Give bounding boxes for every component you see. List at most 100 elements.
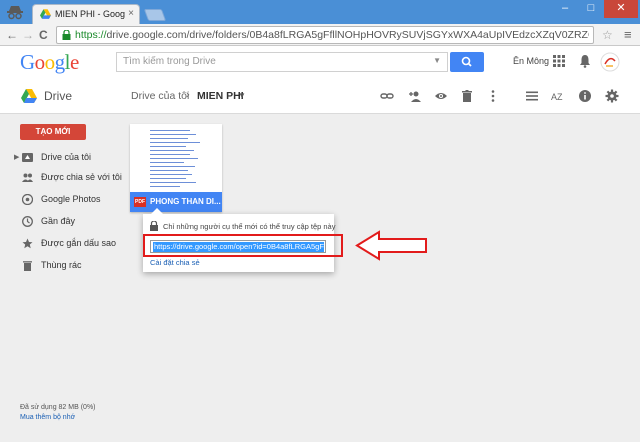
svg-text:AZ: AZ xyxy=(551,92,563,102)
thumbnail-line xyxy=(150,174,192,175)
clock-icon xyxy=(22,216,33,227)
sidebar-item-trash[interactable]: Thùng rác xyxy=(0,258,115,274)
forward-button[interactable]: → xyxy=(22,28,34,42)
new-button[interactable]: TẠO MỚI xyxy=(20,124,86,140)
minimize-button[interactable]: – xyxy=(552,0,578,18)
browser-menu-icon[interactable]: ≡ xyxy=(624,27,632,42)
sidebar-item-label: Google Photos xyxy=(41,194,101,204)
thumbnail-line xyxy=(150,166,195,167)
info-icon[interactable] xyxy=(578,89,592,103)
address-toolbar: ← → C https://drive.google.com/drive/fol… xyxy=(0,24,640,46)
browser-titlebar: MIEN PHI - Google Drive × – □ ✕ xyxy=(0,0,640,24)
folder-menu-chevron-down-icon[interactable]: ▼ xyxy=(238,91,246,100)
settings-gear-icon[interactable] xyxy=(605,89,619,103)
pdf-icon: PDF xyxy=(134,197,146,207)
logo-letter: g xyxy=(54,50,66,74)
trash-icon xyxy=(23,261,32,271)
drive-toolbar: Drive Drive của tôi › MIEN PHI ▼ AZ xyxy=(0,78,640,114)
avatar[interactable] xyxy=(600,52,620,72)
thumbnail-line xyxy=(150,138,188,139)
url-input[interactable]: https://drive.google.com/drive/folders/0… xyxy=(56,26,594,44)
drive-logo-icon xyxy=(21,89,37,103)
sidebar-item-label: Được chia sẻ với tôi xyxy=(41,172,122,182)
drive-label[interactable]: Drive xyxy=(44,89,72,103)
thumbnail-line xyxy=(150,150,194,151)
thumbnail-line xyxy=(150,130,190,131)
logo-letter: G xyxy=(20,50,35,74)
sidebar-item-photos[interactable]: Google Photos xyxy=(0,192,115,208)
breadcrumb-root[interactable]: Drive của tôi xyxy=(131,90,189,102)
thumbnail-line xyxy=(150,186,180,187)
shared-people-icon xyxy=(22,173,33,182)
google-header: Google Tìm kiếm trong Drive ▼ Ên Mông xyxy=(0,46,640,78)
search-input[interactable]: Tìm kiếm trong Drive ▼ xyxy=(116,52,448,72)
sharing-settings-link[interactable]: Cài đặt chia sẻ xyxy=(150,258,200,267)
bookmark-star-icon[interactable]: ☆ xyxy=(602,28,613,42)
thumbnail-line xyxy=(150,154,190,155)
new-tab-button[interactable] xyxy=(143,9,167,21)
back-button[interactable]: ← xyxy=(6,28,18,42)
add-person-icon[interactable] xyxy=(408,89,422,103)
search-button[interactable] xyxy=(450,52,484,72)
trash-icon[interactable] xyxy=(460,89,474,103)
lock-icon xyxy=(150,221,158,231)
sidebar-item-label: Drive của tôi xyxy=(41,152,92,162)
search-icon xyxy=(461,56,472,67)
logo-letter: o xyxy=(44,50,56,74)
sort-az-icon[interactable]: AZ xyxy=(551,89,565,103)
breadcrumb-current[interactable]: MIEN PHI xyxy=(197,90,244,102)
file-thumbnail xyxy=(130,124,222,192)
drive-favicon-icon xyxy=(40,9,51,19)
sidebar-item-recent[interactable]: Gần đây xyxy=(0,214,115,230)
notifications-bell-icon[interactable] xyxy=(579,54,591,68)
search-options-icon[interactable]: ▼ xyxy=(433,56,441,65)
thumbnail-line xyxy=(150,142,200,143)
close-window-button[interactable]: ✕ xyxy=(604,0,638,18)
drive-app: Google Tìm kiếm trong Drive ▼ Ên Mông Dr… xyxy=(0,46,640,442)
sidebar-item-label: Gần đây xyxy=(41,216,76,226)
maximize-button[interactable]: □ xyxy=(578,0,604,18)
more-actions-icon[interactable] xyxy=(486,89,500,103)
browser-tab[interactable]: MIEN PHI - Google Drive × xyxy=(32,4,140,24)
list-view-icon[interactable] xyxy=(525,89,539,103)
photos-icon xyxy=(22,194,33,205)
url-text: https://drive.google.com/drive/folders/0… xyxy=(75,29,589,41)
google-logo[interactable]: Google xyxy=(20,50,79,75)
logo-letter: e xyxy=(70,50,79,74)
thumbnail-line xyxy=(150,162,184,163)
url-path: drive.google.com/drive/folders/0B4a8fLRG… xyxy=(106,29,589,41)
tab-title: MIEN PHI - Google Drive xyxy=(55,9,125,19)
thumbnail-line xyxy=(150,158,198,159)
sidebar-item-starred[interactable]: Được gắn dấu sao xyxy=(0,236,116,252)
search-placeholder: Tìm kiếm trong Drive xyxy=(123,56,216,67)
my-drive-icon xyxy=(22,153,33,162)
secure-lock-icon xyxy=(62,30,71,40)
file-card[interactable]: PDF PHONG THAN DI... xyxy=(130,124,222,212)
get-link-icon[interactable] xyxy=(380,89,394,103)
popup-pointer xyxy=(151,208,163,214)
expand-caret-icon[interactable]: ▶ xyxy=(14,153,19,161)
thumbnail-line xyxy=(150,170,188,171)
thumbnail-line xyxy=(150,146,186,147)
preview-eye-icon[interactable] xyxy=(434,89,448,103)
breadcrumb-separator: › xyxy=(186,89,190,101)
thumbnail-line xyxy=(150,134,196,135)
highlight-box xyxy=(143,234,343,257)
sidebar-item-label: Được gắn dấu sao xyxy=(41,238,116,248)
incognito-icon xyxy=(7,6,23,20)
sidebar-item-my-drive[interactable]: ▶ Drive của tôi xyxy=(0,150,115,166)
sidebar-item-shared[interactable]: Được chia sẻ với tôi xyxy=(0,170,122,186)
access-message: Chỉ những người cụ thể mới có thể truy c… xyxy=(163,222,336,231)
user-name[interactable]: Ên Mông xyxy=(513,56,549,66)
reload-button[interactable]: C xyxy=(39,28,48,42)
storage-quota: Đã sử dụng 82 MB (0%) xyxy=(20,404,96,411)
file-name-bar[interactable]: PDF PHONG THAN DI... xyxy=(130,192,222,212)
sidebar-item-label: Thùng rác xyxy=(41,260,82,270)
url-scheme: https:// xyxy=(75,29,107,41)
file-name: PHONG THAN DI... xyxy=(150,197,221,206)
buy-storage-link[interactable]: Mua thêm bộ nhớ xyxy=(20,414,75,421)
apps-grid-icon[interactable] xyxy=(553,55,565,67)
thumbnail-line xyxy=(150,178,186,179)
tab-close-icon[interactable]: × xyxy=(128,8,134,19)
logo-letter: o xyxy=(34,50,46,74)
